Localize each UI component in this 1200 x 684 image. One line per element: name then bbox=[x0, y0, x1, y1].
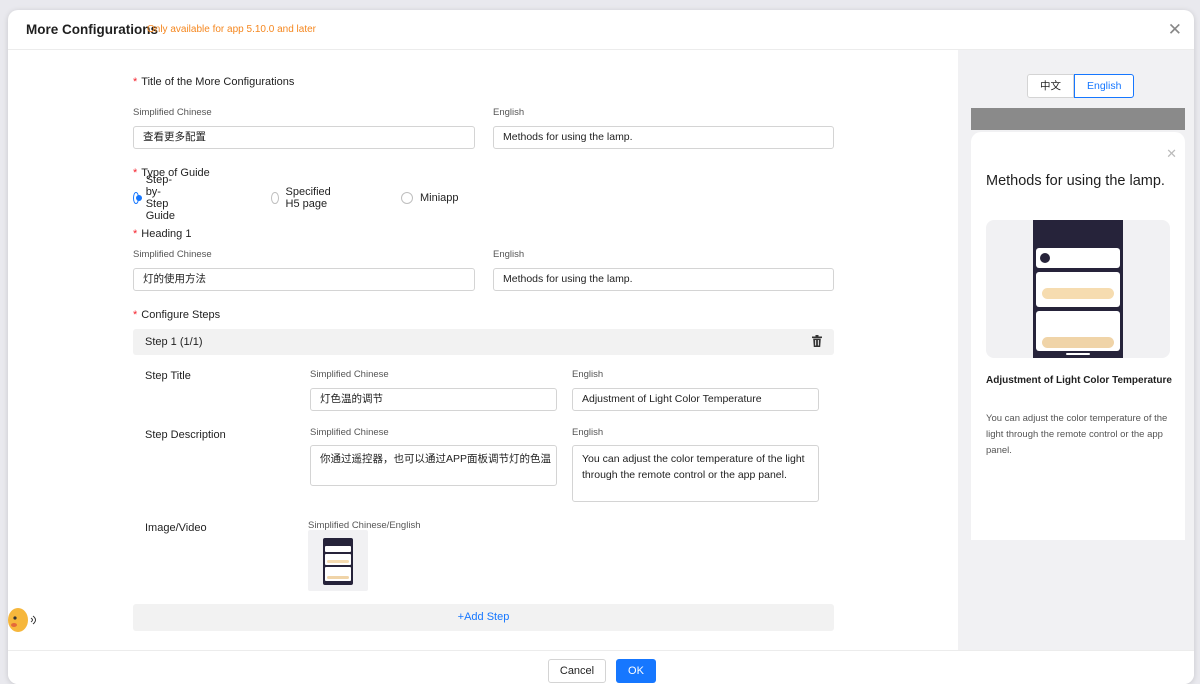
title-en-label: English bbox=[493, 107, 525, 118]
step-title-zh-input[interactable]: 灯色温的调节 bbox=[310, 388, 557, 411]
modal-footer: Cancel OK bbox=[8, 650, 1194, 684]
step-header-title: Step 1 (1/1) bbox=[145, 336, 203, 348]
close-icon[interactable]: ✕ bbox=[1168, 20, 1182, 40]
step-description-en-label: English bbox=[572, 427, 604, 438]
step-title-label: Step Title bbox=[145, 370, 191, 382]
radio-miniapp[interactable]: Miniapp bbox=[401, 190, 459, 206]
radio-selected-icon bbox=[133, 192, 142, 204]
preview-sheet: ✕ Methods for using the lamp. Adjustment… bbox=[971, 132, 1185, 540]
step-header-bar: Step 1 (1/1) bbox=[133, 329, 834, 355]
language-toggle: 中文 English bbox=[1027, 74, 1135, 98]
phone-backdrop bbox=[971, 108, 1185, 130]
modal-header: More Configurations Only available for a… bbox=[8, 10, 1194, 50]
radio-empty-icon bbox=[271, 192, 279, 204]
preview-image bbox=[986, 220, 1170, 358]
title-zh-input[interactable]: 查看更多配置 bbox=[133, 126, 475, 149]
add-step-button[interactable]: +Add Step bbox=[133, 604, 834, 631]
heading1-en-label: English bbox=[493, 249, 525, 260]
heading1-en-input[interactable]: Methods for using the lamp. bbox=[493, 268, 834, 291]
radio-empty-icon bbox=[401, 192, 413, 204]
preview-title: Methods for using the lamp. bbox=[986, 173, 1165, 189]
radio-h5-page[interactable]: Specified H5 page bbox=[271, 186, 335, 210]
config-form: * Title of the More Configurations Simpli… bbox=[8, 50, 958, 650]
more-configurations-modal: More Configurations Only available for a… bbox=[8, 10, 1194, 684]
step-description-zh-label: Simplified Chinese bbox=[310, 427, 389, 438]
preview-step-title: Adjustment of Light Color Temperature bbox=[986, 375, 1172, 386]
step-title-zh-label: Simplified Chinese bbox=[310, 369, 389, 380]
version-note: Only available for app 5.10.0 and later bbox=[147, 24, 316, 35]
ok-button[interactable]: OK bbox=[616, 659, 656, 683]
step-description-zh-textarea[interactable]: 你通过遥控器，也可以通过APP面板调节灯的色温 bbox=[310, 445, 557, 486]
phone-screenshot-image bbox=[1033, 220, 1123, 358]
close-icon[interactable]: ✕ bbox=[1166, 146, 1177, 162]
preview-step-description: You can adjust the color temperature of … bbox=[986, 413, 1168, 456]
modal-title: More Configurations bbox=[26, 22, 158, 37]
title-en-input[interactable]: Methods for using the lamp. bbox=[493, 126, 834, 149]
assistant-mascot-icon[interactable] bbox=[6, 601, 36, 635]
heading1-zh-input[interactable]: 灯的使用方法 bbox=[133, 268, 475, 291]
step-title-en-label: English bbox=[572, 369, 604, 380]
lang-option-chinese[interactable]: 中文 bbox=[1027, 74, 1074, 98]
heading1-label: * Heading 1 bbox=[133, 228, 192, 240]
step-description-label: Step Description bbox=[145, 429, 226, 441]
radio-step-by-step[interactable]: Step-by-Step Guide bbox=[133, 174, 181, 222]
cancel-button[interactable]: Cancel bbox=[548, 659, 606, 683]
title-zh-label: Simplified Chinese bbox=[133, 107, 212, 118]
title-section-label: * Title of the More Configurations bbox=[133, 76, 295, 88]
heading1-zh-label: Simplified Chinese bbox=[133, 249, 212, 260]
step-title-en-input[interactable]: Adjustment of Light Color Temperature bbox=[572, 388, 819, 411]
phone-screenshot-image bbox=[323, 538, 353, 585]
lang-option-english[interactable]: English bbox=[1074, 74, 1135, 98]
step-description-en-textarea[interactable]: You can adjust the color temperature of … bbox=[572, 445, 819, 502]
step-image-thumbnail[interactable] bbox=[308, 530, 368, 591]
configure-steps-label: * Configure Steps bbox=[133, 309, 221, 321]
preview-panel: 中文 English ✕ Methods for using the lamp. bbox=[958, 50, 1194, 650]
trash-icon[interactable] bbox=[812, 335, 822, 347]
image-video-label: Image/Video bbox=[145, 522, 207, 534]
